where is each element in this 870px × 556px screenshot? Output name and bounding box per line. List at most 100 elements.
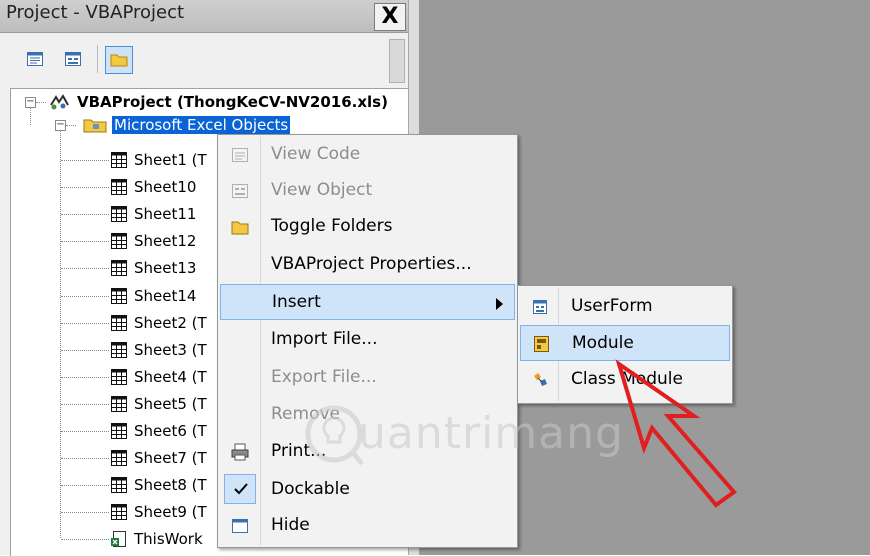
view-code-icon <box>27 52 43 66</box>
menu-item-dockable[interactable]: Dockable <box>220 472 515 508</box>
menu-item-label: Hide <box>271 515 310 535</box>
workbook-icon <box>111 531 126 548</box>
lightbulb-logo-icon <box>305 405 364 466</box>
tree-item-label[interactable]: Sheet12 <box>134 232 196 250</box>
tree-item-label[interactable]: Sheet6 (T <box>134 422 207 440</box>
tree-line <box>66 125 76 126</box>
watermark: uantrimang <box>302 404 624 474</box>
tree-item-label[interactable]: Sheet5 (T <box>134 395 207 413</box>
folder-icon <box>83 119 107 133</box>
menu-item-view-code[interactable]: View Code <box>220 137 515 173</box>
worksheet-icon <box>111 287 127 304</box>
view-object-button[interactable] <box>60 46 86 72</box>
tree-item-label[interactable]: Sheet4 (T <box>134 368 207 386</box>
tree-line <box>61 187 109 189</box>
tree-item-label[interactable]: Sheet14 <box>134 287 196 305</box>
watermark-text: uantrimang <box>358 408 624 459</box>
tree-line <box>61 241 109 243</box>
toggle-folders-icon <box>231 221 249 235</box>
submenu-item-userform[interactable]: UserForm <box>520 289 730 325</box>
view-code-button[interactable] <box>22 46 48 72</box>
screen: Project - VBAProject X − VBAProject (Tho… <box>0 0 870 556</box>
tree-line <box>61 458 109 460</box>
view-code-icon <box>232 148 248 162</box>
worksheet-icon <box>111 341 127 358</box>
submenu-item-label: Class Module <box>571 369 683 389</box>
folder-label[interactable]: Microsoft Excel Objects <box>112 116 291 134</box>
tree-item-label[interactable]: Sheet9 (T <box>134 503 207 521</box>
worksheet-icon <box>111 260 127 277</box>
menu-item-import-file[interactable]: Import File... <box>220 322 515 358</box>
tree-line <box>61 268 109 270</box>
explorer-toolbar <box>0 33 408 85</box>
tree-line <box>61 349 109 351</box>
submenu-item-label: Module <box>572 333 634 353</box>
printer-icon <box>231 443 249 461</box>
menu-item-label: View Code <box>271 144 361 164</box>
worksheet-icon <box>111 152 127 168</box>
tree-line <box>61 322 109 324</box>
tree-line <box>60 131 61 539</box>
tree-line <box>61 485 109 487</box>
tree-item-label[interactable]: Sheet3 (T <box>134 341 207 359</box>
tree-line <box>61 214 109 216</box>
menu-item-label: Dockable <box>271 479 350 499</box>
folder-expander[interactable]: − <box>55 120 66 131</box>
window-title: Project - VBAProject <box>6 2 185 23</box>
tree-line <box>61 403 109 405</box>
toolbar-separator <box>97 45 98 73</box>
toolbar-scroll-grip[interactable] <box>389 39 405 83</box>
menu-item-toggle-folders[interactable]: Toggle Folders <box>220 209 515 245</box>
worksheet-icon <box>111 233 127 250</box>
project-label[interactable]: VBAProject (ThongKeCV-NV2016.xls) <box>77 93 388 111</box>
title-bar[interactable]: Project - VBAProject X <box>0 0 408 33</box>
userform-icon <box>533 300 547 314</box>
menu-item-hide[interactable]: Hide <box>220 508 515 544</box>
toggle-folders-button[interactable] <box>105 46 133 74</box>
submenu-item-module[interactable]: Module <box>520 325 730 361</box>
menu-item-label: Insert <box>272 292 321 312</box>
tree-item-label[interactable]: Sheet8 (T <box>134 476 207 494</box>
tree-item-label[interactable]: Sheet2 (T <box>134 314 207 332</box>
worksheet-icon <box>111 206 127 223</box>
close-button[interactable]: X <box>374 3 406 31</box>
menu-item-export-file[interactable]: Export File... <box>220 360 515 396</box>
worksheet-icon <box>111 368 127 385</box>
menu-item-insert[interactable]: Insert <box>220 284 515 320</box>
menu-item-label: VBAProject Properties... <box>271 254 472 274</box>
tree-item-label[interactable]: Sheet1 (T <box>134 151 207 169</box>
submenu-item-label: UserForm <box>571 296 653 316</box>
view-object-icon <box>65 52 81 66</box>
menu-item-view-object[interactable]: View Object <box>220 173 515 209</box>
hide-window-icon <box>232 519 248 533</box>
worksheet-icon <box>111 450 127 467</box>
worksheet-icon <box>111 314 127 331</box>
menu-item-label: View Object <box>271 180 373 200</box>
tree-item-label[interactable]: Sheet7 (T <box>134 449 207 467</box>
tree-line <box>61 431 109 432</box>
tree-item-label[interactable]: Sheet13 <box>134 259 196 277</box>
tree-line <box>61 539 109 541</box>
menu-item-vbaproject-properties[interactable]: VBAProject Properties... <box>220 247 515 283</box>
tree-line <box>30 107 31 125</box>
submenu-item-class-module[interactable]: Class Module <box>520 362 730 398</box>
tree-line <box>61 376 109 378</box>
tree-line <box>36 102 46 103</box>
tree-item-label[interactable]: Sheet10 <box>134 178 196 196</box>
context-menu: View Code View Object Toggle Folders VBA… <box>217 134 518 548</box>
worksheet-icon <box>111 477 127 494</box>
class-module-icon <box>534 373 547 386</box>
view-object-icon <box>232 184 248 198</box>
insert-submenu: UserForm Module Class Module <box>517 285 733 404</box>
toggle-folders-icon <box>110 54 128 67</box>
submenu-arrow-icon <box>496 298 503 310</box>
checkmark-icon <box>234 483 248 495</box>
menu-item-label: Import File... <box>271 329 378 349</box>
tree-item-label[interactable]: Sheet11 <box>134 205 196 223</box>
menu-item-label: Export File... <box>271 367 377 387</box>
tree-line <box>61 295 109 297</box>
worksheet-icon <box>111 423 127 439</box>
worksheet-icon <box>111 504 127 521</box>
tree-item-label[interactable]: ThisWork <box>134 530 203 548</box>
module-icon <box>534 336 549 352</box>
